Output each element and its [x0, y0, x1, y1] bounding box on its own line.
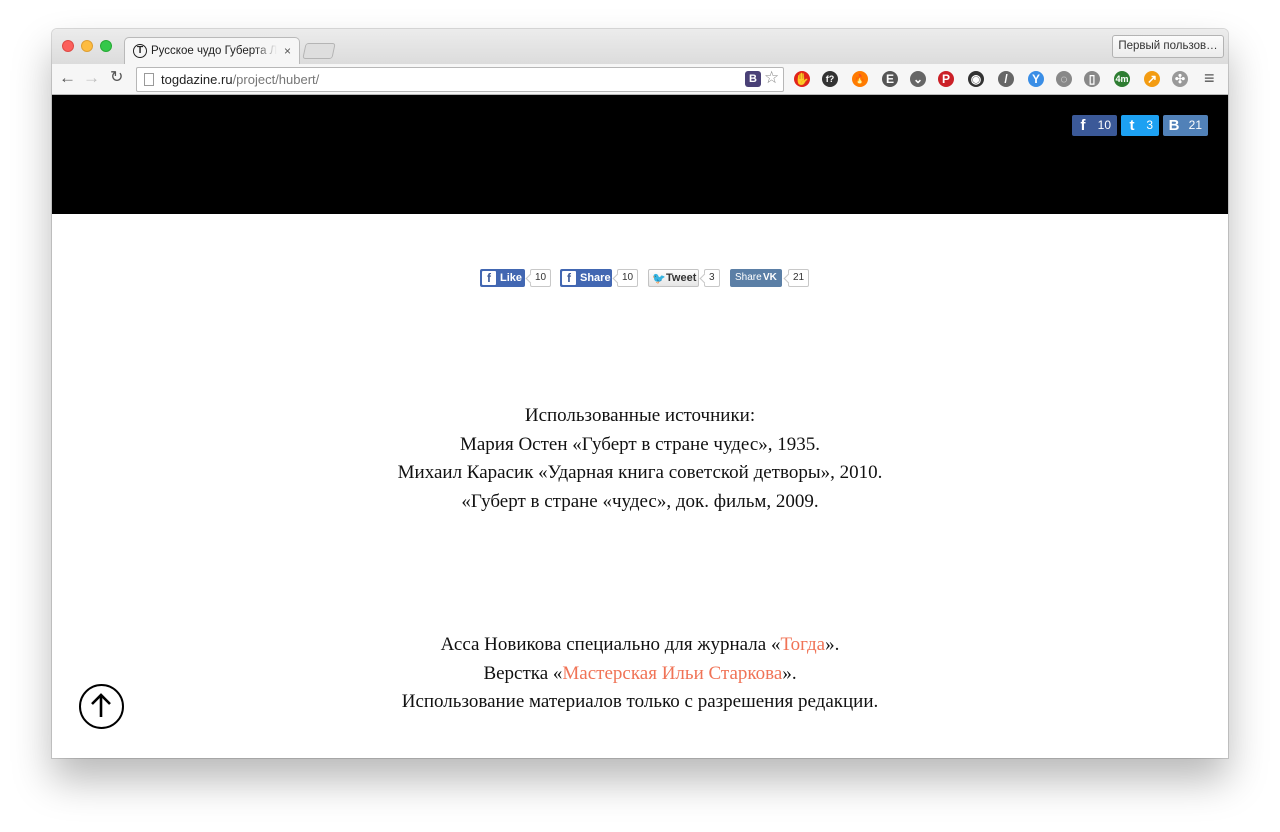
- twitter-share-button-top[interactable]: t 3: [1121, 115, 1159, 136]
- url-text[interactable]: togdazine.ru/project/hubert/: [161, 72, 319, 87]
- credit-text: Верстка «: [483, 662, 563, 684]
- fire-icon[interactable]: 🔥: [852, 71, 868, 87]
- browser-window: Т Русское чудо Губерта Ло… × Первый поль…: [52, 29, 1228, 758]
- minimize-window-icon[interactable]: [81, 40, 93, 52]
- twitter-bird-icon: 🐦: [652, 273, 666, 285]
- vk-logo-icon: VK: [763, 272, 777, 283]
- facebook-count: 10: [1097, 118, 1111, 132]
- site-favicon-icon: Т: [133, 44, 147, 58]
- url-host: togdazine.ru: [161, 72, 233, 87]
- credit-text: ».: [782, 662, 797, 684]
- scroll-to-top-button[interactable]: [79, 684, 124, 729]
- eyedropper-icon[interactable]: /: [998, 71, 1014, 87]
- font-finder-icon[interactable]: f?: [822, 71, 838, 87]
- reader-icon[interactable]: ▯: [1084, 71, 1100, 87]
- twitter-count: 3: [1146, 118, 1153, 132]
- vk-share-label: Share: [735, 272, 762, 283]
- source-item: «Губерт в стране «чудес», док. фильм, 20…: [461, 490, 819, 512]
- credit-text: Асса Новикова специально для журнала «: [440, 634, 781, 655]
- facebook-icon: f: [1080, 117, 1086, 134]
- social-share-row: f Like 10 f Share 10 🐦 Tweet 3 Share VK …: [480, 268, 810, 290]
- address-bar[interactable]: togdazine.ru/project/hubert/ B ☆: [136, 67, 784, 92]
- profile-button[interactable]: Первый пользов…: [1112, 35, 1224, 58]
- paw-icon[interactable]: ✣: [1172, 71, 1188, 87]
- timer-icon[interactable]: 4m: [1114, 71, 1130, 87]
- hero-banner: f 10 t 3 В 21: [52, 95, 1228, 214]
- facebook-share-button-top[interactable]: f 10: [1072, 115, 1117, 136]
- url-path: /project/hubert/: [232, 72, 320, 87]
- evernote-icon[interactable]: E: [882, 71, 898, 87]
- close-window-icon[interactable]: [62, 40, 74, 52]
- arrow-up-icon: [91, 693, 111, 717]
- tab-close-icon[interactable]: ×: [284, 44, 291, 58]
- zoom-window-icon[interactable]: [100, 40, 112, 52]
- credits-section: Асса Новикова специально для журнала «То…: [52, 631, 1228, 717]
- camera-icon[interactable]: ◉: [968, 71, 984, 87]
- magazine-link[interactable]: Тогда: [780, 634, 825, 655]
- adblock-icon[interactable]: ✋: [794, 71, 810, 87]
- analytics-icon[interactable]: ↗: [1144, 71, 1160, 87]
- reload-icon[interactable]: ↻: [110, 68, 123, 88]
- credit-layout: Верстка «Мастерская Ильи Старкова».: [52, 660, 1228, 689]
- facebook-icon: f: [482, 271, 496, 285]
- share-count: 10: [617, 269, 639, 287]
- credit-text: ».: [825, 634, 840, 655]
- vk-extension-icon[interactable]: B: [745, 71, 761, 87]
- tweet-label: Tweet: [666, 272, 697, 284]
- vk-share-button[interactable]: Share VK: [730, 269, 782, 287]
- tab-active[interactable]: Т Русское чудо Губерта Ло… ×: [124, 37, 300, 65]
- pocket-icon[interactable]: ⌄: [910, 71, 926, 87]
- pinterest-icon[interactable]: P: [938, 71, 954, 87]
- title-bar: Т Русское чудо Губерта Ло… × Первый поль…: [52, 29, 1228, 65]
- browser-toolbar: ← → ↻ togdazine.ru/project/hubert/ B ☆ ✋…: [52, 64, 1228, 95]
- facebook-share-button[interactable]: f Share: [560, 269, 612, 287]
- sources-heading: Использованные источники:: [524, 405, 756, 426]
- web-page: f 10 t 3 В 21 f Like 10 f Share 10 🐦 Twe…: [52, 95, 1228, 758]
- tweet-button[interactable]: 🐦 Tweet: [648, 269, 699, 287]
- sources-section: Использованные источники: Мария Остен «Г…: [52, 402, 1228, 516]
- vk-share-count: 21: [788, 269, 810, 287]
- y-icon[interactable]: Y: [1028, 71, 1044, 87]
- new-tab-button[interactable]: [302, 43, 336, 59]
- tab-title: Русское чудо Губерта Ло…: [151, 45, 277, 57]
- share-label: Share: [580, 272, 611, 284]
- source-item: Мария Остен «Губерт в стране чудес», 193…: [459, 433, 821, 455]
- back-icon[interactable]: ←: [59, 68, 76, 88]
- forward-icon[interactable]: →: [83, 68, 100, 88]
- facebook-icon: f: [562, 271, 576, 285]
- loading-icon[interactable]: ◌: [1056, 71, 1072, 87]
- vk-share-button-top[interactable]: В 21: [1163, 115, 1208, 136]
- copyright-notice: Использование материалов только с разреш…: [401, 691, 879, 712]
- vk-count: 21: [1188, 118, 1202, 132]
- like-label: Like: [500, 272, 523, 284]
- like-count: 10: [530, 269, 552, 287]
- vk-icon: В: [1168, 117, 1180, 134]
- twitter-icon: t: [1129, 117, 1135, 134]
- tweet-count: 3: [704, 269, 720, 287]
- bookmark-star-icon[interactable]: ☆: [764, 68, 779, 88]
- page-icon: [144, 73, 154, 86]
- menu-icon[interactable]: ≡: [1204, 68, 1215, 88]
- studio-link[interactable]: Мастерская Ильи Старкова: [562, 663, 782, 684]
- source-item: Михаил Карасик «Ударная книга советской …: [397, 462, 883, 483]
- facebook-like-button[interactable]: f Like: [480, 269, 525, 287]
- credit-author: Асса Новикова специально для журнала «То…: [52, 631, 1228, 660]
